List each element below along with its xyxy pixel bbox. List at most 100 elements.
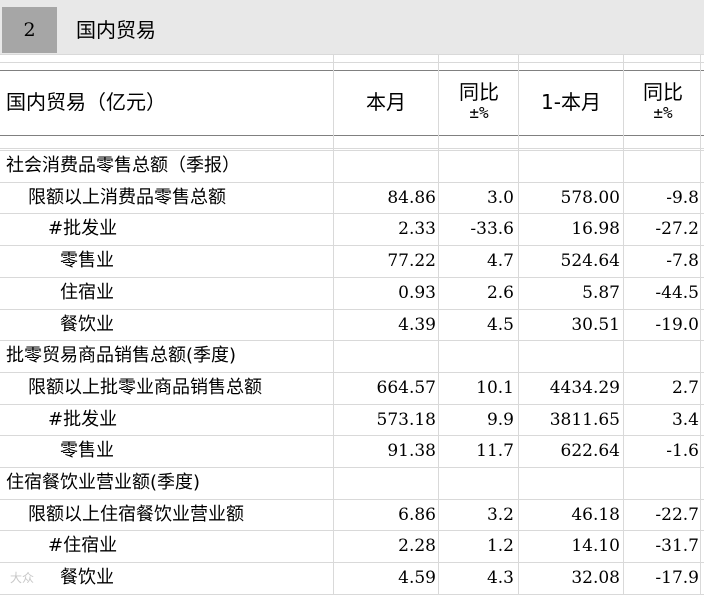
cell-ytd: 32.08 [571,568,620,589]
cell-month: 84.86 [387,187,436,208]
col-header-yoy1-unit: ±% [469,103,489,123]
cell-ytd [519,340,620,372]
cell-ytd: 30.51 [571,314,620,335]
grid-line [0,467,704,468]
cell-yoy2: 3.4 [671,409,699,430]
cell-yoy2: -27.2 [655,219,699,240]
table-row: 限额以上批零业商品销售总额 664.57 10.1 4434.29 2.7 [0,372,704,404]
col-header-month-text: 本月 [366,89,406,114]
col-header-yoy1-text: 同比 [459,80,499,105]
row-label: 餐饮业 [60,313,114,335]
col-header-ytd-text: 1-本月 [541,89,601,114]
grid-line [0,372,704,373]
table-row: 零售业 77.22 4.7 524.64 -7.8 [0,245,704,277]
grid-line [0,309,704,310]
cell-month: 573.18 [376,409,436,430]
row-label: 住宿餐饮业营业额(季度) [6,472,201,493]
cell-month: 664.57 [376,377,436,398]
grid-line [0,530,704,531]
col-header-month: 本月 [336,70,436,134]
table-row: 限额以上住宿餐饮业营业额 6.86 3.2 46.18 -22.7 [0,499,704,531]
cell-ytd: 3811.65 [549,409,620,430]
cell-month: 4.59 [398,568,436,589]
grid-line [333,54,334,595]
cell-yoy2: -44.5 [655,282,699,303]
grid-line [0,499,704,500]
cell-ytd: 14.10 [571,536,620,557]
section-number: 2 [2,7,57,53]
cell-yoy1: 9.9 [486,409,514,430]
cell-yoy2: -9.8 [666,187,699,208]
grid-line [0,277,704,278]
cell-yoy1: 2.6 [486,282,514,303]
cell-yoy1: 10.1 [476,377,514,398]
cell-yoy1: 3.0 [486,187,514,208]
cell-ytd: 524.64 [560,251,620,272]
grid-line [0,245,704,246]
cell-yoy2 [625,467,699,499]
table-row: #批发业 2.33 -33.6 16.98 -27.2 [0,213,704,245]
cell-yoy1: -33.6 [470,219,514,240]
cell-yoy2: -22.7 [655,504,699,525]
table-border [0,135,704,136]
row-label: #批发业 [48,218,118,240]
cell-yoy1: 1.2 [486,536,514,557]
grid-line [0,404,704,405]
grid-line [0,150,704,151]
grid-line [0,213,704,214]
grid-line [623,54,624,595]
cell-ytd: 5.87 [582,282,620,303]
table-row: 批零贸易商品销售总额(季度) [0,340,704,372]
row-label: 限额以上住宿餐饮业营业额 [28,503,244,525]
grid-line [0,54,704,55]
cell-ytd: 622.64 [560,441,620,462]
cell-ytd [519,467,620,499]
grid-line [700,54,701,595]
row-label: 社会消费品零售总额（季报） [6,155,240,176]
section-title: 国内贸易 [76,18,156,42]
cell-month [336,340,436,372]
cell-yoy2: -17.9 [655,568,699,589]
grid-line [0,562,704,563]
table-row: 餐饮业 4.39 4.5 30.51 -19.0 [0,309,704,341]
col-header-label: 国内贸易（亿元） [6,70,166,134]
cell-yoy1: 3.2 [486,504,514,525]
cell-yoy2 [625,150,699,182]
row-label: 住宿业 [60,281,114,303]
cell-yoy1: 11.7 [476,441,514,462]
row-label: 批零贸易商品销售总额(季度) [6,345,237,367]
cell-yoy1 [440,340,514,372]
cell-month: 0.93 [398,282,436,303]
cell-month: 4.39 [398,314,436,335]
cell-ytd [519,150,620,182]
cell-yoy1 [440,150,514,182]
grid-line [0,62,704,63]
table-row: 限额以上消费品零售总额 84.86 3.0 578.00 -9.8 [0,182,704,214]
grid-line [0,182,704,183]
cell-yoy2: -1.6 [666,441,699,462]
cell-ytd: 4434.29 [549,377,620,398]
row-label: #住宿业 [48,535,118,557]
cell-yoy2 [625,340,699,372]
cell-month [336,150,436,182]
cell-yoy1: 4.5 [486,314,514,335]
cell-ytd: 16.98 [571,219,620,240]
grid-line [0,340,704,341]
grid-line [438,54,439,595]
row-label: 零售业 [60,440,114,462]
cell-yoy1: 4.3 [486,568,514,589]
col-header-yoy1: 同比 ±% [440,70,518,134]
cell-month [336,467,436,499]
row-label: 限额以上消费品零售总额 [28,186,226,208]
table-row: 住宿业 0.93 2.6 5.87 -44.5 [0,277,704,309]
watermark: 大众 [10,571,35,585]
table-border [0,70,704,71]
col-header-yoy2: 同比 ±% [625,70,701,134]
grid-line [518,54,519,595]
cell-yoy2: -19.0 [655,314,699,335]
cell-month: 91.38 [387,441,436,462]
table-row: #住宿业 2.28 1.2 14.10 -31.7 [0,530,704,562]
table-row: 餐饮业 4.59 4.3 32.08 -17.9 [0,562,704,594]
row-label: 限额以上批零业商品销售总额 [28,376,262,398]
col-header-label-text: 国内贸易（亿元） [6,89,166,114]
